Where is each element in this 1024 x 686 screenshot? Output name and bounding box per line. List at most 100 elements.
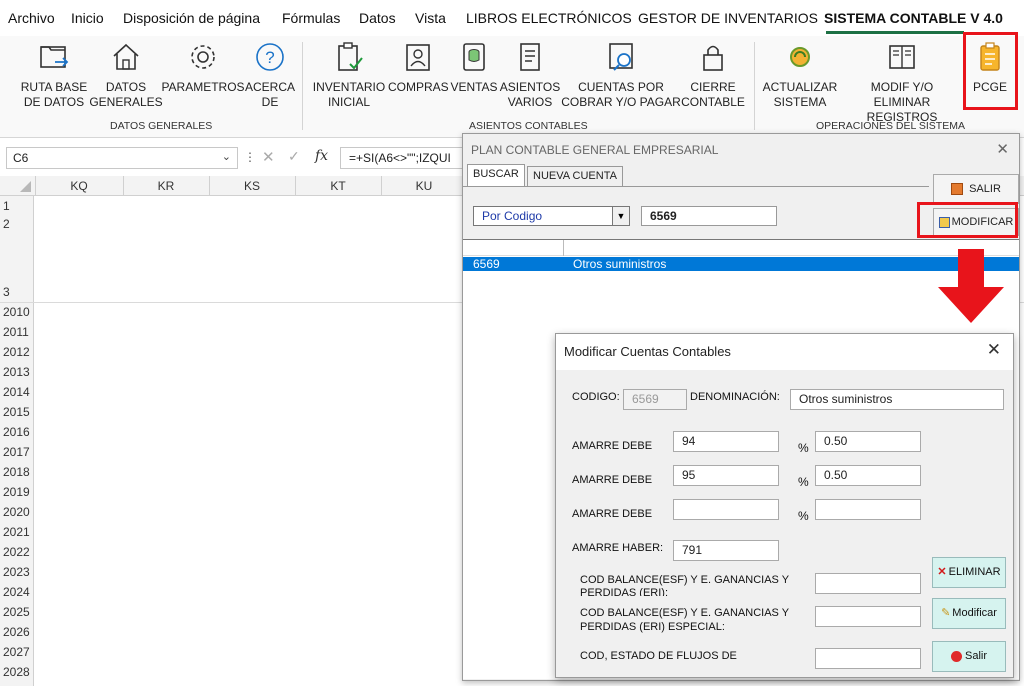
row-header-cell[interactable]: 2014 xyxy=(0,385,34,399)
cuentas-cobrar-pagar-button[interactable]: CUENTAS POR COBRAR Y/O PAGAR xyxy=(561,40,681,110)
row-header-cell[interactable]: 2026 xyxy=(0,625,34,639)
row-header-cell[interactable]: 2017 xyxy=(0,445,34,459)
search-code-input[interactable]: 6569 xyxy=(641,206,777,226)
col-ks[interactable]: KS xyxy=(210,179,294,193)
menu-bar: Archivo Inicio Disposición de página Fór… xyxy=(0,0,1024,36)
menu-sistema-contable[interactable]: SISTEMA CONTABLE V 4.0 xyxy=(824,10,1003,26)
eliminar-button[interactable]: ✕ ELIMINAR xyxy=(932,557,1006,588)
menu-archivo[interactable]: Archivo xyxy=(8,10,55,26)
row-header-cell[interactable]: 1 xyxy=(0,199,34,213)
inventario-inicial-button[interactable]: INVENTARIO INICIAL xyxy=(311,40,387,110)
salir-button[interactable]: SALIR xyxy=(933,174,1019,204)
row-header-cell[interactable]: 2021 xyxy=(0,525,34,539)
row-header-cell[interactable]: 2012 xyxy=(0,345,34,359)
menu-vista[interactable]: Vista xyxy=(415,10,446,26)
parametros-button[interactable]: PARAMETROS xyxy=(161,40,245,95)
cod-flujos-field[interactable] xyxy=(815,648,921,669)
amarre-debe-3-pct-field[interactable] xyxy=(815,499,921,520)
col-kq[interactable]: KQ xyxy=(37,179,121,193)
lock-icon xyxy=(696,40,730,74)
check-icon[interactable]: ✓ xyxy=(288,148,300,165)
cierre-contable-button[interactable]: CIERRE CONTABLE xyxy=(680,40,746,110)
chevron-down-icon[interactable]: ⌄ xyxy=(222,150,231,163)
ruta-base-button[interactable]: RUTA BASE DE DATOS xyxy=(14,40,94,110)
amarre-debe-2-field[interactable]: 95 xyxy=(673,465,779,486)
tab-nueva-cuenta[interactable]: NUEVA CUENTA xyxy=(527,166,623,186)
cod-balance-especial-field[interactable] xyxy=(815,606,921,627)
red-down-arrow-icon xyxy=(938,249,1004,323)
amarre-debe-label: AMARRE DEBE xyxy=(572,508,653,520)
name-box[interactable]: C6 ⌄ xyxy=(6,147,238,169)
refresh-gear-icon xyxy=(783,40,817,74)
database-icon xyxy=(457,40,491,74)
more-options-icon[interactable]: ⋮ xyxy=(244,150,256,164)
tab-buscar[interactable]: BUSCAR xyxy=(467,164,525,186)
delete-x-icon: ✕ xyxy=(937,566,947,578)
row-header-cell[interactable]: 2013 xyxy=(0,365,34,379)
ribbon: RUTA BASE DE DATOS DATOS GENERALES PARAM… xyxy=(0,36,1024,138)
denominacion-field[interactable]: Otros suministros xyxy=(790,389,1004,410)
modificar-highlight-box xyxy=(917,202,1018,238)
asientos-varios-button[interactable]: ASIENTOS VARIOS xyxy=(498,40,562,110)
contact-card-icon xyxy=(401,40,435,74)
datos-generales-button[interactable]: DATOS GENERALES xyxy=(86,40,166,110)
row-header-cell[interactable]: 2 xyxy=(0,217,34,231)
menu-datos[interactable]: Datos xyxy=(359,10,396,26)
amarre-debe-3-field[interactable] xyxy=(673,499,779,520)
acerca-de-button[interactable]: ? ACERCA DE xyxy=(243,40,297,110)
result-code: 6569 xyxy=(473,257,500,271)
close-icon[interactable]: ✕ xyxy=(996,140,1009,158)
row-header-cell[interactable]: 2024 xyxy=(0,585,34,599)
row-header-cell[interactable]: 3 xyxy=(0,285,34,299)
ventas-button[interactable]: VENTAS xyxy=(450,40,498,95)
folder-path-icon xyxy=(37,40,71,74)
row-header-cell[interactable]: 2023 xyxy=(0,565,34,579)
menu-formulas[interactable]: Fórmulas xyxy=(282,10,340,26)
row-header-cell[interactable]: 2022 xyxy=(0,545,34,559)
close-icon[interactable]: ✕ xyxy=(987,340,1001,360)
amarre-debe-1-pct-field[interactable]: 0.50 xyxy=(815,431,921,452)
row-header-cell[interactable]: 2027 xyxy=(0,645,34,659)
row-header-cell[interactable]: 2028 xyxy=(0,665,34,679)
formula-input[interactable]: =+SI(A6<>"";IZQUI xyxy=(340,147,470,169)
help-icon: ? xyxy=(253,40,287,74)
amarre-debe-1-field[interactable]: 94 xyxy=(673,431,779,452)
dropdown-arrow-icon[interactable]: ▼ xyxy=(612,207,629,225)
menu-disposicion[interactable]: Disposición de página xyxy=(123,10,260,26)
cod-flujos-label: COD, ESTADO DE FLUJOS DE xyxy=(580,650,737,662)
row-header-cell[interactable]: 2011 xyxy=(0,325,34,339)
cod-balance-field[interactable] xyxy=(815,573,921,594)
insert-function-icon[interactable]: fx xyxy=(315,148,328,164)
exit-icon xyxy=(951,183,964,196)
select-all-icon[interactable] xyxy=(20,181,31,192)
row-header-cell[interactable]: 2019 xyxy=(0,485,34,499)
pcge-dialog-title: PLAN CONTABLE GENERAL EMPRESARIAL xyxy=(471,143,719,157)
pcge-highlight-box xyxy=(963,32,1018,110)
row-header-cell[interactable]: 2015 xyxy=(0,405,34,419)
col-kr[interactable]: KR xyxy=(124,179,208,193)
row-header-cell[interactable]: 2010 xyxy=(0,305,34,319)
gear-icon xyxy=(186,40,220,74)
row-header-cell[interactable]: 2025 xyxy=(0,605,34,619)
search-type-select[interactable]: Por Codigo ▼ xyxy=(473,206,630,226)
cod-balance-especial-label: COD BALANCE(ESF) Y E. GANANCIAS Y xyxy=(580,607,790,619)
menu-inicio[interactable]: Inicio xyxy=(71,10,104,26)
actualizar-sistema-button[interactable]: ACTUALIZAR SISTEMA xyxy=(760,40,840,110)
col-ku[interactable]: KU xyxy=(382,179,466,193)
clipboard-check-icon xyxy=(332,40,366,74)
menu-libros[interactable]: LIBROS ELECTRÓNICOS xyxy=(466,10,632,26)
row-header-cell[interactable]: 2020 xyxy=(0,505,34,519)
amarre-haber-label: AMARRE HABER: xyxy=(572,542,664,554)
row-header-cell[interactable]: 2018 xyxy=(0,465,34,479)
menu-gestor[interactable]: GESTOR DE INVENTARIOS xyxy=(638,10,818,26)
amarre-haber-field[interactable]: 791 xyxy=(673,540,779,561)
cancel-icon[interactable]: ✕ xyxy=(262,148,275,166)
compras-button[interactable]: COMPRAS xyxy=(388,40,449,95)
amarre-debe-2-pct-field[interactable]: 0.50 xyxy=(815,465,921,486)
row-header-cell[interactable]: 2016 xyxy=(0,425,34,439)
modif-eliminar-registros-button[interactable]: MODIF Y/O ELIMINAR REGISTROS xyxy=(840,40,964,125)
codigo-label: CODIGO: xyxy=(572,391,620,403)
modificar-save-button[interactable]: ✎ Modificar xyxy=(932,598,1006,629)
col-kt[interactable]: KT xyxy=(296,179,380,193)
salir-dialog-button[interactable]: Salir xyxy=(932,641,1006,672)
